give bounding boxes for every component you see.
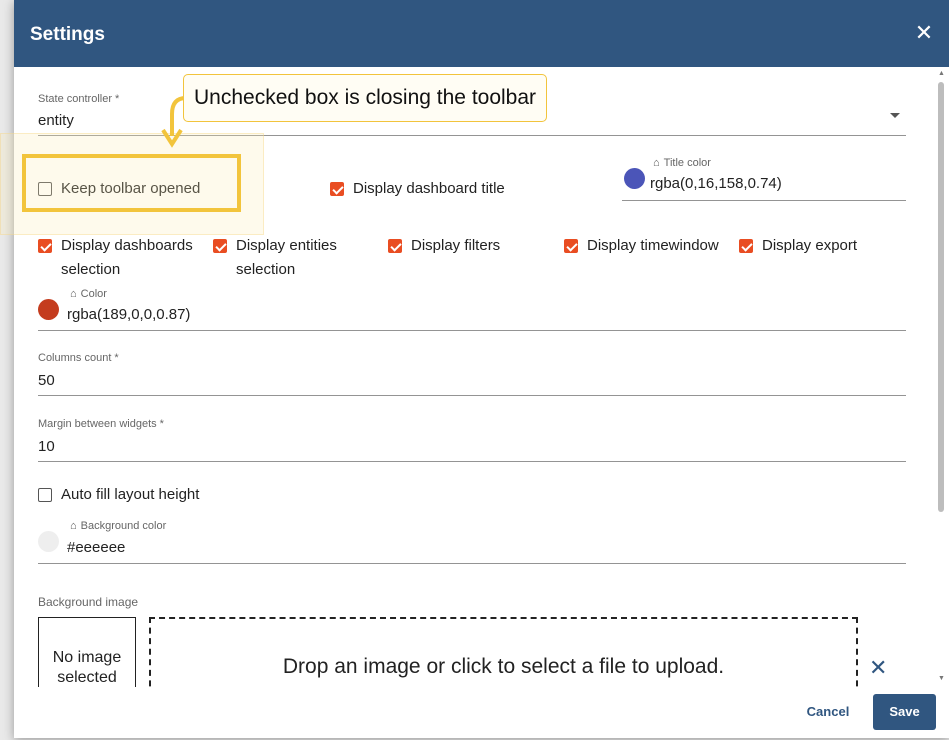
cancel-button[interactable]: Cancel [798,701,858,723]
color-swatch[interactable] [38,299,59,320]
scroll-up-icon[interactable]: ▲ [938,70,945,77]
color-value: rgba(189,0,0,0.87) [67,306,190,323]
title-color-label: Title color [664,157,711,169]
background-color-swatch[interactable] [38,531,59,552]
checkbox-box [388,239,402,253]
format-color-fill-icon: ⌂ [70,520,77,532]
annotation-box [22,154,241,212]
display-entities-selection-checkbox[interactable]: Display entities selection [213,237,356,282]
checkbox-box [739,239,753,253]
checkbox-label: Display dashboard title [353,177,505,201]
color-label: Color [81,288,107,300]
checkbox-label: Display timewindow [587,234,719,258]
chevron-down-icon [890,113,900,118]
color-label-wrap: ⌂ Color [70,288,107,300]
annotation-callout: Unchecked box is closing the toolbar [183,74,547,122]
auto-fill-layout-height-checkbox[interactable]: Auto fill layout height [38,486,199,507]
title-color-label-wrap: ⌂ Title color [653,157,711,169]
title-color-field[interactable]: ⌂ Title color rgba(0,16,158,0.74) [622,155,906,201]
title-color-value: rgba(0,16,158,0.74) [650,175,782,192]
state-controller-value: entity [38,112,74,129]
columns-count-label: Columns count * [38,352,119,364]
checkbox-label: Display entities selection [236,234,356,282]
background-color-value: #eeeeee [67,539,125,556]
checkbox-box [564,239,578,253]
display-export-checkbox[interactable]: Display export [739,237,857,258]
checkbox-box [330,182,344,196]
state-controller-label: State controller * [38,93,119,105]
clear-image-icon[interactable]: ✕ [869,655,887,681]
title-color-swatch[interactable] [624,168,645,189]
columns-count-input[interactable]: Columns count * 50 [38,349,906,396]
margin-between-widgets-input[interactable]: Margin between widgets * 10 [38,415,906,462]
scrollbar-thumb[interactable] [938,82,944,512]
background-color-label-wrap: ⌂ Background color [70,520,166,532]
checkbox-box [213,239,227,253]
margin-between-widgets-label: Margin between widgets * [38,418,164,430]
display-timewindow-checkbox[interactable]: Display timewindow [564,237,719,258]
dropzone-text: Drop an image or click to select a file … [151,655,856,679]
checkbox-box [38,239,52,253]
dialog-header: Settings ✕ [14,0,949,67]
background-color-field[interactable]: ⌂ Background color #eeeeee [38,517,906,564]
checkbox-label: Display export [762,234,857,258]
scroll-down-icon[interactable]: ▼ [938,675,945,682]
columns-count-value: 50 [38,372,55,389]
dialog-footer: Cancel Save [14,687,949,738]
color-field[interactable]: ⌂ Color rgba(189,0,0,0.87) [38,285,906,331]
format-color-fill-icon: ⌂ [653,157,660,169]
checkbox-label: Display filters [411,234,500,258]
margin-between-widgets-value: 10 [38,438,55,455]
close-icon[interactable]: ✕ [913,22,935,44]
checkbox-box [38,488,52,502]
display-dashboards-selection-checkbox[interactable]: Display dashboards selection [38,237,211,282]
format-color-fill-icon: ⌂ [70,288,77,300]
background-color-label: Background color [81,520,167,532]
checkbox-label: Display dashboards selection [61,234,211,282]
dialog-title: Settings [30,24,105,46]
display-dashboard-title-checkbox[interactable]: Display dashboard title [330,180,505,201]
display-filters-checkbox[interactable]: Display filters [388,237,500,258]
checkbox-label: Auto fill layout height [61,483,199,507]
background-image-label: Background image [38,595,138,609]
save-button[interactable]: Save [873,694,936,730]
scrollbar[interactable]: ▲ ▼ [936,70,946,682]
image-preview: No image selected [38,617,136,687]
image-dropzone[interactable]: Drop an image or click to select a file … [149,617,858,687]
